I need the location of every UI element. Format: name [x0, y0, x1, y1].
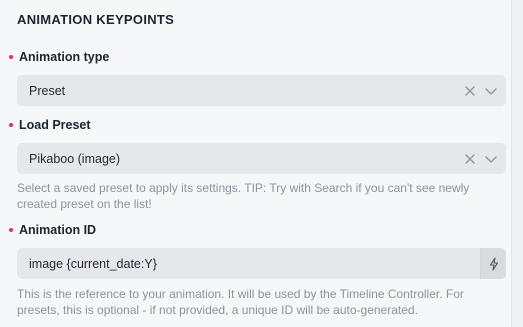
animation-id-label-row: Animation ID	[9, 223, 96, 237]
load-preset-label: Load Preset	[19, 118, 91, 132]
select-controls	[464, 153, 506, 165]
animation-type-select[interactable]: Preset	[17, 75, 506, 106]
chevron-down-icon[interactable]	[484, 85, 498, 97]
animation-type-label-row: Animation type	[9, 50, 109, 64]
help-text-line: Select a saved preset to apply its setti…	[17, 181, 470, 195]
animation-keypoints-panel: ANIMATION KEYPOINTS Animation type Prese…	[0, 0, 523, 327]
load-preset-help: Select a saved preset to apply its setti…	[17, 180, 506, 212]
help-text-line: This is the reference to your animation.…	[17, 287, 464, 301]
help-text-line: created preset on the list!	[17, 197, 152, 211]
lightning-icon	[489, 256, 498, 271]
required-indicator	[9, 228, 13, 232]
chevron-down-icon[interactable]	[484, 153, 498, 165]
required-indicator	[9, 123, 13, 127]
animation-id-help: This is the reference to your animation.…	[17, 286, 506, 318]
animation-id-input[interactable]	[17, 248, 480, 279]
section-title: ANIMATION KEYPOINTS	[17, 12, 175, 27]
select-controls	[464, 85, 506, 97]
load-preset-select[interactable]: Pikaboo (image)	[17, 143, 506, 174]
animation-id-label: Animation ID	[19, 223, 97, 237]
help-text-line: presets, this is optional - if not provi…	[17, 303, 418, 317]
generate-id-button[interactable]	[480, 248, 506, 279]
close-icon[interactable]	[464, 153, 476, 165]
animation-type-label: Animation type	[19, 50, 110, 64]
scrollbar[interactable]	[511, 0, 523, 327]
load-preset-label-row: Load Preset	[9, 118, 91, 132]
load-preset-value: Pikaboo (image)	[29, 151, 121, 166]
required-indicator	[9, 55, 13, 59]
close-icon[interactable]	[464, 85, 476, 97]
animation-type-value: Preset	[29, 83, 66, 98]
animation-id-field	[17, 248, 506, 279]
